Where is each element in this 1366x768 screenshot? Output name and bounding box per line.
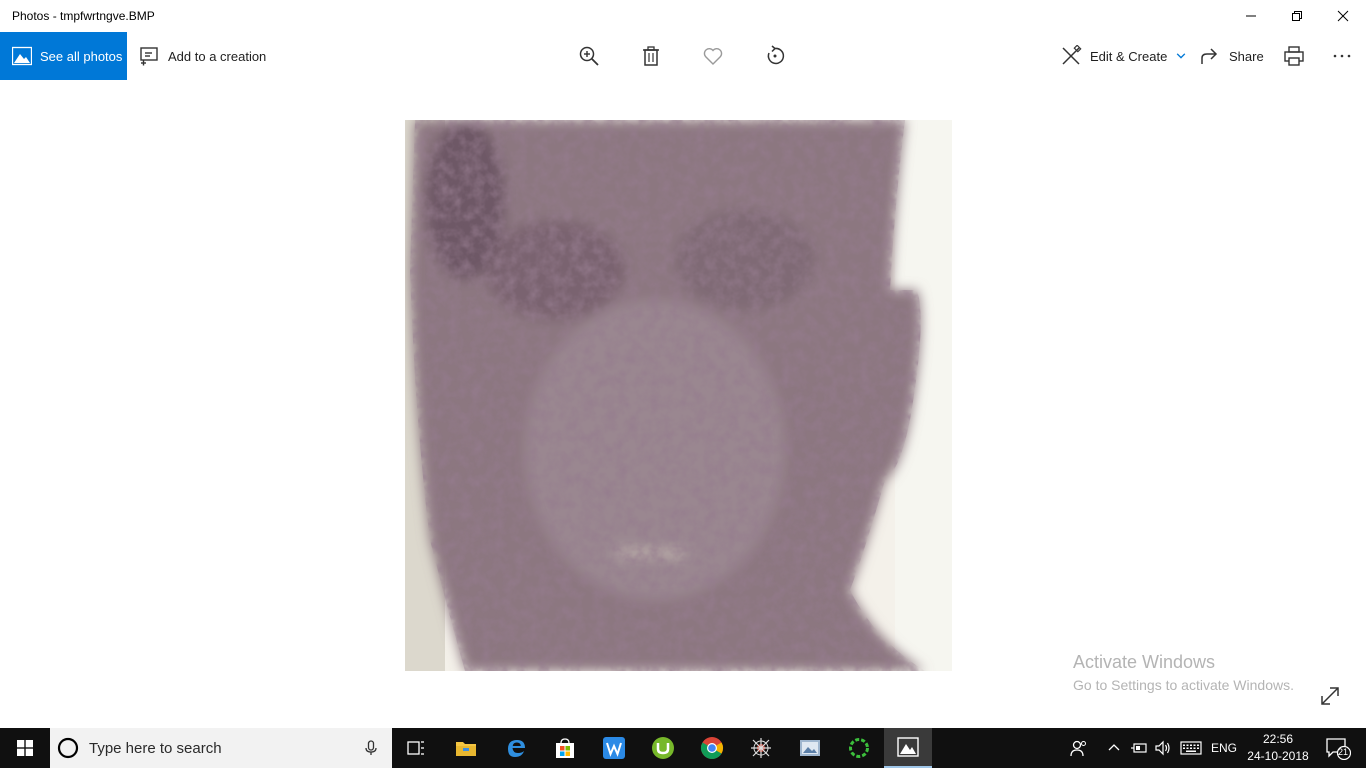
photo-image — [405, 120, 952, 671]
windows-logo-icon — [17, 740, 33, 756]
action-center-button[interactable]: 21 — [1318, 728, 1358, 768]
taskbar-spider-app[interactable] — [737, 728, 785, 768]
close-button[interactable] — [1320, 0, 1366, 32]
cortana-icon — [57, 737, 79, 759]
rotate-icon — [767, 45, 785, 65]
spider-icon — [751, 738, 771, 758]
folder-icon — [456, 742, 476, 756]
photo-viewer-icon — [800, 740, 820, 756]
taskbar-photo-viewer-app[interactable] — [786, 728, 834, 768]
chevron-up-icon — [1108, 744, 1120, 751]
add-creation-icon — [140, 47, 158, 66]
utorrent-icon — [652, 737, 674, 759]
language-indicator: ENG — [1210, 741, 1237, 755]
input-language-button[interactable]: ENG — [1206, 728, 1242, 768]
see-all-photos-label: See all photos — [40, 48, 123, 64]
chevron-down-icon — [1177, 53, 1186, 59]
share-icon — [1201, 48, 1218, 64]
taskbar-file-explorer[interactable] — [442, 728, 490, 768]
clock-date: 24-10-2018 — [1247, 749, 1309, 763]
add-to-creation-label: Add to a creation — [168, 48, 267, 64]
edge-icon — [508, 740, 525, 757]
taskbar-green-ring-app[interactable] — [835, 728, 883, 768]
power-status-button[interactable] — [1128, 728, 1150, 768]
task-view-icon — [407, 741, 424, 755]
heart-icon — [703, 48, 723, 65]
delete-button[interactable] — [640, 32, 662, 80]
store-icon — [556, 738, 574, 758]
photo-icon — [12, 46, 32, 66]
print-icon — [1284, 46, 1304, 66]
title-bar: Photos - tmpfwrtngve.BMP — [0, 0, 1366, 32]
taskbar-search-box[interactable]: Type here to search — [50, 728, 392, 768]
full-screen-button[interactable] — [1318, 684, 1342, 708]
clock-time: 22:56 — [1262, 732, 1294, 746]
print-button[interactable] — [1283, 32, 1305, 80]
edit-create-button[interactable]: Edit & Create — [1060, 32, 1187, 80]
taskbar-clock[interactable]: 22:56 24-10-2018 — [1246, 728, 1310, 768]
photos-icon — [897, 737, 919, 757]
people-button[interactable] — [1066, 728, 1092, 768]
taskbar-photos[interactable] — [884, 728, 932, 768]
volume-button[interactable] — [1152, 728, 1174, 768]
chrome-icon — [701, 737, 723, 759]
task-view-button[interactable] — [392, 728, 440, 768]
people-icon — [1070, 740, 1086, 757]
photo-viewer-image[interactable] — [405, 120, 952, 671]
keyboard-icon — [1180, 741, 1202, 755]
taskbar-chrome[interactable] — [688, 728, 736, 768]
touch-keyboard-button[interactable] — [1178, 728, 1204, 768]
start-button[interactable] — [0, 728, 50, 768]
window-title: Photos - tmpfwrtngve.BMP — [12, 9, 155, 23]
expand-icon — [1321, 687, 1339, 705]
rotate-button[interactable] — [764, 32, 786, 80]
taskbar-wps-writer[interactable] — [590, 728, 638, 768]
taskbar-store[interactable] — [541, 728, 589, 768]
battery-plug-icon — [1131, 743, 1147, 753]
share-label: Share — [1229, 48, 1264, 64]
search-placeholder: Type here to search — [89, 739, 222, 757]
wps-writer-icon — [603, 737, 625, 759]
close-icon — [1337, 10, 1349, 22]
edit-create-label: Edit & Create — [1090, 48, 1168, 64]
watermark-title: Activate Windows — [1073, 652, 1216, 672]
zoom-in-icon — [579, 46, 599, 66]
more-button[interactable] — [1331, 32, 1353, 80]
watermark-subtitle: Go to Settings to activate Windows. — [1073, 677, 1294, 693]
zoom-button[interactable] — [578, 32, 600, 80]
microphone-icon[interactable] — [363, 740, 379, 756]
restore-button[interactable] — [1274, 0, 1320, 32]
add-to-creation-button[interactable]: Add to a creation — [138, 32, 266, 80]
minimize-icon — [1246, 15, 1256, 17]
minimize-button[interactable] — [1228, 0, 1274, 32]
delete-icon — [643, 46, 659, 66]
green-ring-icon — [849, 738, 869, 758]
taskbar: Type here to search ENG 22:56 24-10-2018… — [0, 728, 1366, 768]
toolbar: See all photos Add to a creation Edit & … — [0, 32, 1366, 80]
restore-icon — [1292, 11, 1302, 21]
taskbar-edge[interactable] — [492, 728, 540, 768]
show-hidden-icons-button[interactable] — [1104, 728, 1124, 768]
notification-count: 21 — [1337, 747, 1348, 757]
edit-create-icon — [1062, 45, 1082, 65]
share-button[interactable]: Share — [1199, 32, 1264, 80]
favorite-button[interactable] — [702, 32, 724, 80]
more-icon — [1333, 54, 1351, 58]
see-all-photos-button[interactable]: See all photos — [0, 32, 127, 80]
activate-windows-watermark: Activate Windows Go to Settings to activ… — [1073, 652, 1294, 693]
volume-icon — [1155, 740, 1170, 756]
taskbar-utorrent[interactable] — [639, 728, 687, 768]
